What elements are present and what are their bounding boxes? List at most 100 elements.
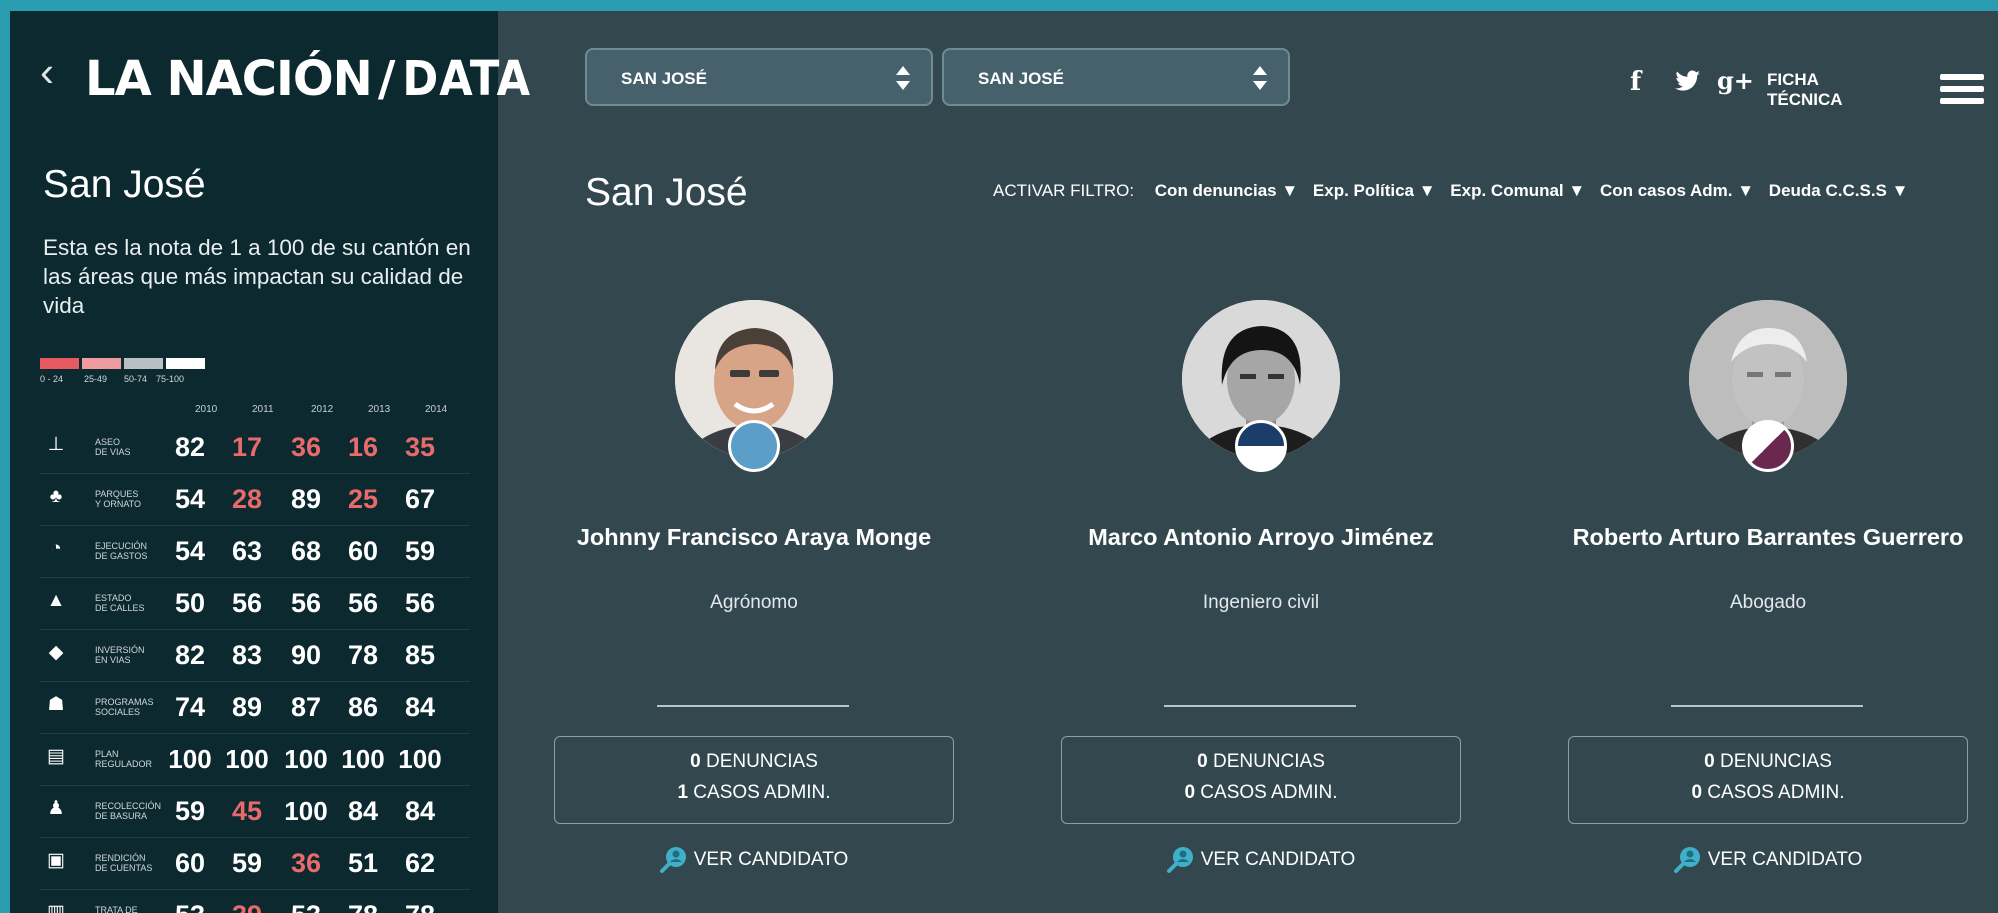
- score-row-label: PARQUES Y ORNATO: [95, 489, 142, 509]
- logo[interactable]: LA NACIÓN / DATA: [85, 55, 531, 104]
- score-value: 59: [404, 536, 436, 566]
- filter-exp-comunal[interactable]: Exp. Comunal ▼: [1450, 181, 1585, 200]
- legend-label: 0 - 24: [40, 374, 64, 384]
- year-header: 2013: [368, 404, 391, 415]
- score-value: 60: [174, 848, 206, 878]
- score-value: 50: [174, 588, 206, 618]
- province-select[interactable]: SAN JOSÉ: [585, 48, 933, 106]
- back-icon[interactable]: ‹: [40, 51, 54, 93]
- chart-icon: ◔: [50, 538, 62, 559]
- page-title: San José: [585, 171, 748, 214]
- score-value: 84: [404, 692, 436, 722]
- score-value: 68: [290, 536, 322, 566]
- legend-label: 25-49: [84, 374, 108, 384]
- party-badge-icon: [1742, 420, 1794, 472]
- score-value: 78: [347, 640, 379, 670]
- year-header: 2014: [425, 404, 448, 415]
- candidate-name[interactable]: Johnny Francisco Araya Monge: [552, 524, 956, 551]
- score-row-label: PROGRAMAS SOCIALES: [95, 697, 154, 717]
- casos-label: CASOS ADMIN.: [693, 782, 831, 803]
- province-select-value: SAN JOSÉ: [621, 69, 707, 88]
- ver-candidato-label: VER CANDIDATO: [1707, 849, 1863, 871]
- score-value: 59: [174, 796, 206, 826]
- facebook-icon[interactable]: f: [1630, 67, 1641, 97]
- user-search-icon: [1673, 847, 1700, 873]
- ficha-tecnica-link[interactable]: FICHA TÉCNICA: [1767, 70, 1843, 110]
- candidate-stats: 0 DENUNCIAS 1 CASOS ADMIN.: [554, 736, 954, 824]
- score-value: 56: [347, 588, 379, 618]
- candidate-card: Roberto Arturo Barrantes Guerrero Abogad…: [1566, 284, 1970, 884]
- filter-label: ACTIVAR FILTRO:: [993, 181, 1135, 200]
- score-value: 56: [290, 588, 322, 618]
- filter-deuda-ccss[interactable]: Deuda C.C.S.S ▼: [1769, 181, 1909, 200]
- candidate-name[interactable]: Marco Antonio Arroyo Jiménez: [1059, 524, 1463, 551]
- score-value: 62: [404, 848, 436, 878]
- score-row-label: TRATA DEBASURA: [95, 905, 138, 913]
- document-icon: ▤: [47, 746, 65, 767]
- score-value: 82: [174, 432, 206, 462]
- score-value: 84: [347, 796, 379, 826]
- legend-swatch: [40, 358, 79, 369]
- score-value: 100: [284, 796, 328, 826]
- score-value: 25: [347, 484, 379, 514]
- trash-bag-icon: ♟: [47, 798, 65, 819]
- legend-swatch: [82, 358, 121, 369]
- candidate-card: Marco Antonio Arroyo Jiménez Ingeniero c…: [1059, 284, 1463, 884]
- report-icon: ▣: [47, 850, 65, 871]
- casos-label: CASOS ADMIN.: [1200, 782, 1338, 803]
- warning-icon: ▲: [46, 590, 66, 611]
- select-arrows-icon: [1253, 66, 1267, 90]
- score-value: 36: [290, 848, 322, 878]
- candidate-stats: 0 DENUNCIAS 0 CASOS ADMIN.: [1568, 736, 1968, 824]
- score-value: 45: [231, 796, 263, 826]
- score-value: 39: [222, 900, 272, 913]
- candidate-card: Johnny Francisco Araya Monge Agrónomo 0 …: [552, 284, 956, 884]
- divider: [657, 705, 849, 707]
- logo-brand: LA NACIÓN: [85, 51, 373, 107]
- canton-select[interactable]: SAN JOSÉ: [942, 48, 1290, 106]
- twitter-icon[interactable]: [1675, 70, 1701, 92]
- filter-exp-politica[interactable]: Exp. Política ▼: [1313, 181, 1436, 200]
- candidate-profession: Ingeniero civil: [1202, 592, 1320, 613]
- score-value: 85: [404, 640, 436, 670]
- score-value: 54: [174, 536, 206, 566]
- logo-slash: /: [377, 51, 397, 107]
- filter-casos-adm[interactable]: Con casos Adm. ▼: [1600, 181, 1754, 200]
- party-badge-icon: [1235, 420, 1287, 472]
- ver-candidato-button[interactable]: VER CANDIDATO: [1059, 846, 1463, 874]
- score-row-label: RECOLECCIÓN DE BASURA: [95, 801, 162, 821]
- app-frame: ‹ LA NACIÓN / DATA San José Esta es la not…: [10, 11, 1998, 913]
- ver-candidato-label: VER CANDIDATO: [1200, 849, 1356, 871]
- score-value: 89: [231, 692, 263, 722]
- legend-label: 50-74: [124, 374, 148, 384]
- bin-icon: ▥: [47, 902, 65, 913]
- score-row: ♣ PARQUES Y ORNATO 54 28 89 25 67: [40, 473, 470, 526]
- score-row: ☗ PROGRAMAS SOCIALES 74 89 87 86 84: [40, 681, 470, 734]
- score-row-label: ESTADO DE CALLES: [95, 593, 145, 613]
- score-value: 84: [404, 796, 436, 826]
- menu-icon[interactable]: [1940, 74, 1984, 104]
- score-value: 86: [347, 692, 379, 722]
- legend-label: 75-100: [156, 374, 185, 384]
- score-row-label: PLAN REGULADOR: [95, 749, 153, 769]
- user-search-icon: [1166, 847, 1193, 873]
- score-value: 53: [281, 900, 331, 913]
- score-row: ◆ INVERSIÓN EN VIAS 82 83 90 78 85: [40, 629, 470, 682]
- candidate-name[interactable]: Roberto Arturo Barrantes Guerrero: [1566, 524, 1970, 551]
- casos-count: 1: [677, 782, 689, 803]
- score-value: 74: [174, 692, 206, 722]
- score-value: 54: [174, 484, 206, 514]
- select-arrows-icon: [896, 66, 910, 90]
- score-value: 100: [341, 744, 385, 774]
- score-row: ▤ PLAN REGULADOR 100 100 100 100 100: [40, 733, 470, 786]
- filter-denuncias[interactable]: Con denuncias ▼: [1155, 181, 1298, 200]
- casos-count: 0: [1691, 782, 1703, 803]
- candidate-stats: 0 DENUNCIAS 0 CASOS ADMIN.: [1061, 736, 1461, 824]
- sidebar: ‹ LA NACIÓN / DATA San José Esta es la not…: [10, 11, 530, 913]
- divider: [1164, 705, 1356, 707]
- score-row: ◔ EJECUCIÓN DE GASTOS 54 63 68 60 59: [40, 525, 470, 578]
- ver-candidato-button[interactable]: VER CANDIDATO: [1566, 846, 1970, 874]
- ver-candidato-button[interactable]: VER CANDIDATO: [552, 846, 956, 874]
- google-plus-icon[interactable]: g+: [1717, 66, 1754, 95]
- denuncias-label: DENUNCIAS: [705, 751, 818, 772]
